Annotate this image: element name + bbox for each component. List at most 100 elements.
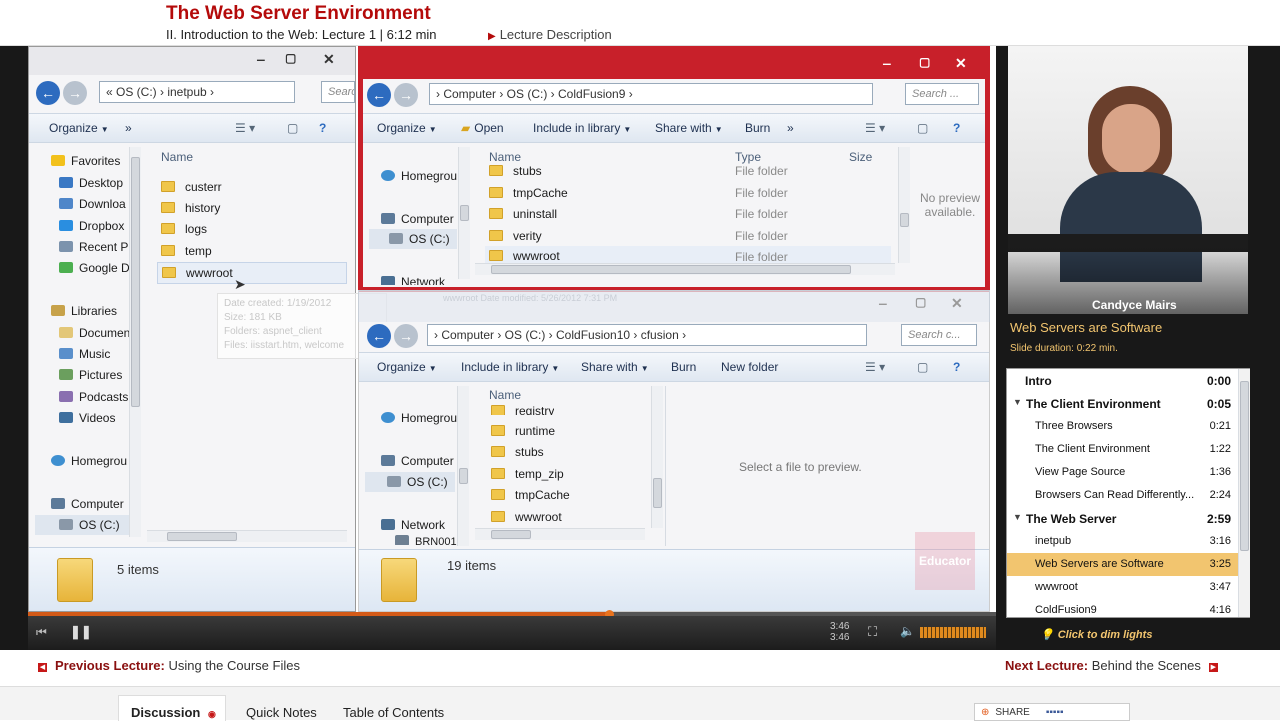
- lecture-description-link[interactable]: ▶ Lecture Description: [488, 27, 612, 42]
- horizontal-scrollbar[interactable]: [475, 528, 645, 540]
- nav-favorites[interactable]: Favorites: [51, 154, 120, 168]
- address-bar[interactable]: › Computer › OS (C:) › ColdFusion10 › cf…: [427, 324, 867, 346]
- minimize-icon[interactable]: ‒: [879, 295, 887, 311]
- nav-scrollbar[interactable]: [129, 147, 141, 537]
- folder-row[interactable]: history: [161, 201, 220, 215]
- include-in-library-menu[interactable]: Include in library ▼: [461, 360, 559, 374]
- playlist-item[interactable]: View Page Source 1:36: [1007, 461, 1239, 484]
- maximize-icon[interactable]: ▢: [919, 55, 930, 69]
- explorer-window-coldfusion9[interactable]: ‒ ▢ ✕ ← → › Computer › OS (C:) › ColdFus…: [358, 46, 990, 292]
- nav-computer[interactable]: Computer: [381, 212, 454, 226]
- folder-row[interactable]: custerr: [161, 180, 222, 194]
- view-options-icon[interactable]: ☰ ▾: [865, 360, 885, 374]
- playlist-item[interactable]: The Client Environment 1:22: [1007, 438, 1239, 461]
- nav-homegroup[interactable]: Homegrou: [51, 454, 127, 468]
- forward-arrow-icon[interactable]: →: [394, 324, 418, 348]
- expand-triangle-icon[interactable]: ▼: [1013, 397, 1022, 407]
- share-with-menu[interactable]: Share with ▼: [581, 360, 649, 374]
- folder-row[interactable]: runtime: [491, 424, 555, 438]
- file-list-scrollbar[interactable]: [651, 386, 663, 528]
- back-arrow-icon[interactable]: ←: [36, 81, 60, 105]
- scroll-thumb[interactable]: [460, 205, 469, 221]
- burn-button[interactable]: Burn: [671, 360, 696, 374]
- nav-homegroup[interactable]: Homegrou: [381, 169, 457, 183]
- preview-pane-icon[interactable]: ▢: [287, 121, 298, 135]
- skip-back-icon[interactable]: ⏮: [36, 625, 47, 640]
- nav-computer[interactable]: Computer: [51, 497, 124, 511]
- volume-icon[interactable]: 🔈: [900, 624, 915, 638]
- explorer-window-inetpub[interactable]: ‒ ▢ ✕ ← → « OS (C:) › inetpub › Searc Or…: [28, 46, 387, 612]
- share-with-menu[interactable]: Share with ▼: [655, 121, 723, 135]
- view-options-icon[interactable]: ☰ ▾: [235, 121, 255, 135]
- close-icon[interactable]: ✕: [323, 51, 335, 68]
- scroll-thumb[interactable]: [491, 265, 851, 274]
- burn-button[interactable]: Burn: [745, 121, 770, 135]
- dim-lights-button[interactable]: 💡 Click to dim lights: [1040, 628, 1152, 641]
- nav-network[interactable]: Network: [381, 518, 445, 532]
- nav-music[interactable]: Music: [59, 347, 110, 361]
- more-commands-icon[interactable]: »: [125, 121, 132, 135]
- more-commands-icon[interactable]: »: [787, 121, 794, 135]
- window-titlebar[interactable]: [363, 51, 985, 79]
- organize-menu[interactable]: Organize ▼: [49, 121, 109, 135]
- nav-podcasts[interactable]: Podcasts: [59, 390, 128, 404]
- previous-lecture-link[interactable]: ◀ Previous Lecture: Using the Course File…: [38, 658, 300, 673]
- preview-pane-icon[interactable]: ▢: [917, 360, 928, 374]
- nav-recent-places[interactable]: Recent Pl: [59, 240, 131, 254]
- share-widget[interactable]: ⊕ SHARE ▪▪▪▪▪: [974, 703, 1130, 721]
- minimize-icon[interactable]: ‒: [883, 55, 891, 71]
- folder-row[interactable]: uninstall: [489, 207, 557, 221]
- horizontal-scrollbar[interactable]: [475, 263, 895, 275]
- pause-icon[interactable]: ❚❚: [70, 624, 92, 640]
- nav-scrollbar[interactable]: [457, 386, 469, 546]
- volume-slider[interactable]: [920, 627, 986, 638]
- column-header-name[interactable]: Name: [489, 150, 521, 164]
- open-button[interactable]: ▰ Open: [461, 121, 504, 135]
- forward-arrow-icon[interactable]: →: [63, 81, 87, 105]
- fullscreen-icon[interactable]: ⛶: [868, 624, 877, 640]
- playlist-item[interactable]: inetpub 3:16: [1007, 530, 1239, 553]
- back-arrow-icon[interactable]: ←: [367, 83, 391, 107]
- folder-row[interactable]: tmpCache: [491, 488, 570, 502]
- scroll-thumb[interactable]: [653, 478, 662, 508]
- column-header-name[interactable]: Name: [489, 388, 521, 402]
- nav-network[interactable]: Network: [381, 275, 445, 285]
- playlist-item[interactable]: Intro 0:00: [1007, 369, 1239, 392]
- scroll-thumb[interactable]: [459, 468, 468, 484]
- tab-table-of-contents[interactable]: Table of Contents: [343, 705, 444, 720]
- expand-triangle-icon[interactable]: ▼: [1013, 512, 1022, 522]
- nav-scrollbar[interactable]: [458, 147, 470, 279]
- back-arrow-icon[interactable]: ←: [367, 324, 391, 348]
- folder-row[interactable]: temp_zip: [491, 467, 564, 481]
- search-box[interactable]: Searc: [321, 81, 355, 103]
- window-titlebar-ghost[interactable]: wwwroot Date modified: 5/26/2012 7:31 PM…: [358, 290, 990, 324]
- close-icon[interactable]: ✕: [951, 295, 963, 312]
- help-icon[interactable]: ?: [953, 121, 960, 135]
- video-frame[interactable]: ‒ ▢ ✕ ← → « OS (C:) › inetpub › Searc Or…: [28, 46, 996, 614]
- forward-arrow-icon[interactable]: →: [394, 83, 418, 107]
- maximize-icon[interactable]: ▢: [285, 51, 296, 65]
- nav-downloads[interactable]: Downloa: [59, 197, 126, 211]
- minimize-icon[interactable]: ‒: [257, 51, 265, 67]
- folder-row[interactable]: verity: [489, 229, 542, 243]
- preview-pane-icon[interactable]: ▢: [917, 121, 928, 135]
- folder-row[interactable]: logs: [161, 222, 207, 236]
- nav-computer[interactable]: Computer: [381, 454, 454, 468]
- folder-row[interactable]: stubs: [489, 164, 542, 176]
- search-box[interactable]: Search c...: [901, 324, 977, 346]
- column-header-type[interactable]: Type: [735, 150, 761, 164]
- address-bar[interactable]: › Computer › OS (C:) › ColdFusion9 ›: [429, 83, 873, 105]
- playlist-item[interactable]: Web Servers are Software 3:25: [1007, 553, 1239, 576]
- playlist-item[interactable]: ▼ The Web Server 2:59: [1007, 507, 1239, 530]
- nav-network-device[interactable]: BRN001B: [395, 535, 464, 545]
- new-folder-button[interactable]: New folder: [721, 360, 778, 374]
- playlist-item[interactable]: wwwroot 3:47: [1007, 576, 1239, 599]
- organize-menu[interactable]: Organize ▼: [377, 121, 437, 135]
- search-box[interactable]: Search ...: [905, 83, 979, 105]
- playlist-item[interactable]: ▼ The Client Environment 0:05: [1007, 392, 1239, 415]
- organize-menu[interactable]: Organize ▼: [377, 360, 437, 374]
- playlist-item[interactable]: Three Browsers 0:21: [1007, 415, 1239, 438]
- nav-dropbox[interactable]: Dropbox: [59, 219, 124, 233]
- view-options-icon[interactable]: ☰ ▾: [865, 121, 885, 135]
- explorer-window-cfusion[interactable]: ← → › Computer › OS (C:) › ColdFusion10 …: [358, 322, 990, 612]
